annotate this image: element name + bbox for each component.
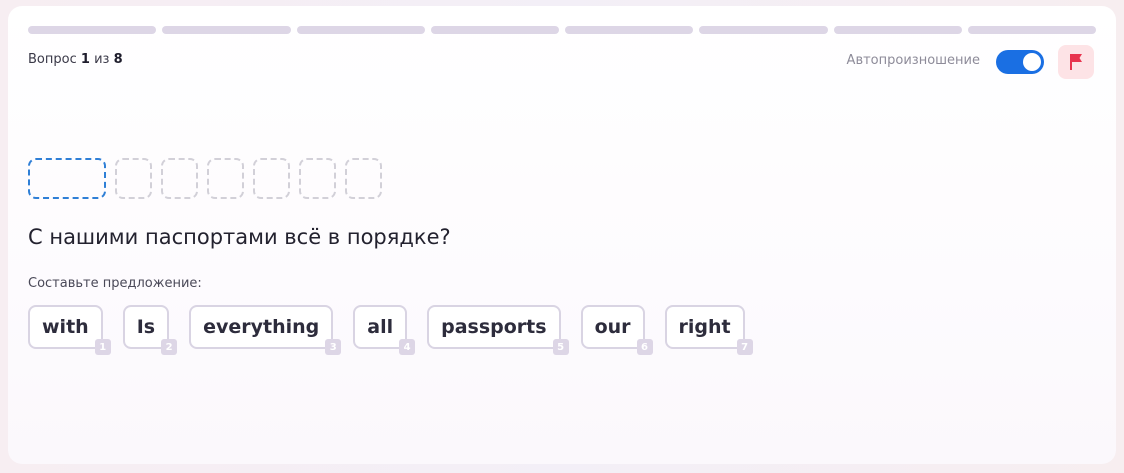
word-label: passports	[441, 316, 547, 338]
progress-segment-6	[699, 26, 828, 34]
progress-segment-5	[565, 26, 694, 34]
word-label: with	[42, 316, 89, 338]
word-number: 3	[325, 339, 342, 355]
word-number: 2	[161, 339, 178, 355]
answer-slot[interactable]	[299, 158, 336, 199]
progress-segment-8	[967, 26, 1096, 34]
progress-segment-1	[28, 26, 157, 34]
progress-bar	[28, 26, 1096, 34]
word-label: Is	[136, 316, 156, 338]
word-number: 1	[94, 339, 111, 355]
word-chip[interactable]: all 4	[353, 305, 416, 355]
word-chip[interactable]: with 1	[28, 305, 111, 355]
word-chip[interactable]: Is 2	[122, 305, 178, 355]
progress-segment-7	[833, 26, 962, 34]
word-chip[interactable]: right 7	[664, 305, 753, 355]
auto-pronounce-label: Автопроизношение	[846, 53, 980, 68]
question-text: С нашими паспортами всё в порядке?	[28, 225, 451, 249]
word-number: 5	[552, 339, 569, 355]
counter-prefix: Вопрос	[28, 52, 77, 67]
word-number: 7	[736, 339, 753, 355]
auto-pronounce-toggle[interactable]	[996, 50, 1044, 74]
word-label: all	[367, 316, 394, 338]
flag-icon	[1070, 54, 1082, 70]
instruction-text: Составьте предложение:	[28, 276, 202, 291]
word-chip[interactable]: everything 3	[189, 305, 342, 355]
answer-slot[interactable]	[207, 158, 244, 199]
answer-slot[interactable]	[115, 158, 152, 199]
counter-current: 1	[80, 52, 90, 67]
report-button[interactable]	[1058, 45, 1094, 79]
quiz-card: Вопрос 1 из 8 Автопроизношение С нашими …	[8, 6, 1116, 464]
answer-slot[interactable]	[345, 158, 382, 199]
word-number: 6	[636, 339, 653, 355]
progress-segment-3	[296, 26, 425, 34]
answer-slot[interactable]	[253, 158, 290, 199]
word-label: right	[678, 316, 731, 338]
counter-middle: из	[94, 52, 110, 67]
question-counter: Вопрос 1 из 8	[28, 52, 123, 67]
counter-total: 8	[113, 52, 123, 67]
word-label: our	[594, 316, 631, 338]
word-chip[interactable]: passports 5	[427, 305, 569, 355]
word-bank: with 1 Is 2 everything 3 all 4 passports…	[28, 305, 753, 355]
toggle-knob	[1023, 53, 1041, 71]
word-number: 4	[399, 339, 416, 355]
answer-slots	[28, 158, 382, 199]
answer-slot[interactable]	[28, 158, 106, 199]
answer-slot[interactable]	[161, 158, 198, 199]
progress-segment-2	[162, 26, 291, 34]
word-label: everything	[203, 316, 320, 338]
progress-segment-4	[430, 26, 559, 34]
word-chip[interactable]: our 6	[580, 305, 653, 355]
